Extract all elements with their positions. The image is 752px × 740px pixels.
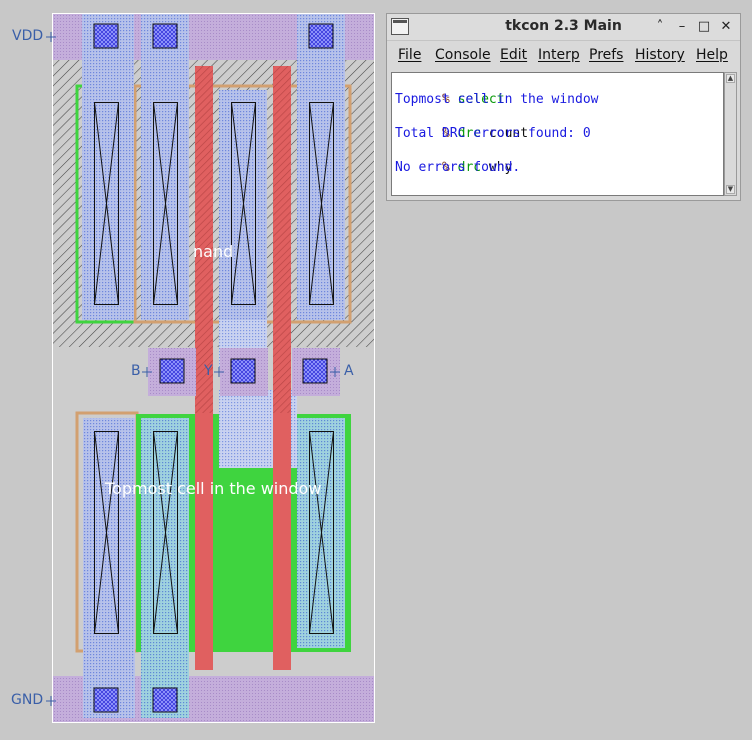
pin-label-a: A (344, 363, 354, 379)
contact-gnd-1 (93, 687, 119, 713)
menu-edit[interactable]: Edit (500, 47, 527, 63)
contact-pin-a (302, 358, 328, 384)
menu-file[interactable]: File (398, 47, 421, 63)
selection-label: Topmost cell in the window (105, 479, 322, 498)
li-top-4 (297, 14, 345, 320)
console-output: Topmost cell in the window (395, 92, 599, 107)
cell-name-label: nand (193, 242, 234, 261)
poly-gate-b-lower (195, 413, 213, 670)
contact-vdd-3 (308, 23, 334, 49)
menu-help[interactable]: Help (696, 47, 728, 63)
scroll-up-arrow-icon[interactable]: ▲ (726, 74, 735, 83)
menu-prefs[interactable]: Prefs (589, 47, 623, 63)
shade-button[interactable]: ˄ (650, 16, 670, 38)
contact-pin-b (159, 358, 185, 384)
console-text-area[interactable]: % select Topmost cell in the window % dr… (391, 72, 724, 196)
li-top-1 (82, 14, 134, 320)
minimize-button[interactable]: – (672, 16, 692, 38)
li-bot-2 (141, 418, 189, 718)
contact-vdd-1 (93, 23, 119, 49)
close-button[interactable]: ✕ (716, 16, 736, 38)
console-output: No errors found. (395, 160, 521, 175)
pin-label-gnd: GND (11, 692, 44, 708)
menu-interp[interactable]: Interp (538, 47, 580, 63)
prompt-text: % (442, 194, 458, 195)
menu-console[interactable]: Console (435, 47, 491, 63)
console-input-line[interactable]: % (395, 176, 458, 195)
menu-history[interactable]: History (635, 47, 685, 63)
pin-label-b: B (131, 363, 141, 379)
poly-gate-a-lower (273, 413, 291, 670)
contact-vdd-2 (152, 23, 178, 49)
console-scrollbar[interactable]: ▲ ▼ (724, 72, 737, 196)
pin-label-vdd: VDD (12, 28, 44, 44)
contact-gnd-2 (152, 687, 178, 713)
scroll-down-arrow-icon[interactable]: ▼ (726, 185, 735, 194)
pin-label-y: Y (204, 363, 213, 379)
tkcon-titlebar[interactable]: tkcon 2.3 Main ˄ – □ ✕ (387, 14, 740, 41)
li-top-2 (141, 14, 189, 320)
contact-pin-y (230, 358, 256, 384)
console-output: Total DRC errors found: 0 (395, 126, 591, 141)
tkcon-window[interactable]: tkcon 2.3 Main ˄ – □ ✕ File Console Edit… (386, 13, 741, 201)
li-bot-1 (83, 418, 135, 718)
tkcon-menubar: File Console Edit Interp Prefs History H… (391, 44, 736, 68)
maximize-button[interactable]: □ (694, 16, 714, 38)
